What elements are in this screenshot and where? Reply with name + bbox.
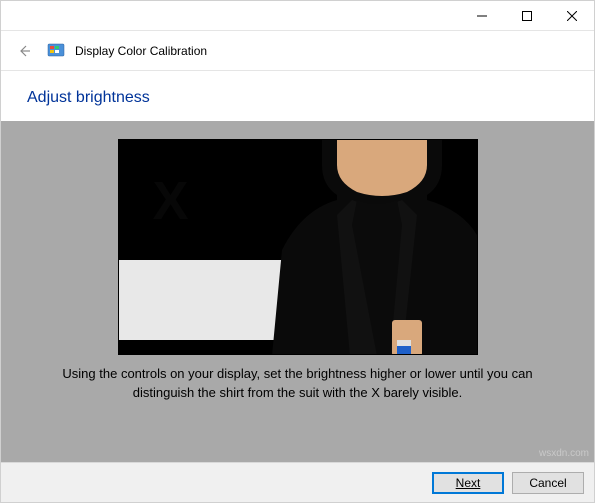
x-marker: X (153, 170, 185, 232)
preview-area: X Using the controls on your display, se… (1, 121, 594, 462)
app-icon (47, 42, 65, 60)
back-arrow-icon (16, 43, 32, 59)
next-button-label: Next (456, 476, 481, 490)
close-icon (567, 11, 577, 21)
window-titlebar (1, 1, 594, 31)
maximize-button[interactable] (504, 1, 549, 30)
back-button[interactable] (11, 38, 37, 64)
watermark: wsxdn.com (539, 448, 589, 459)
wizard-window: Display Color Calibration Adjust brightn… (0, 0, 595, 503)
cancel-button[interactable]: Cancel (512, 472, 584, 494)
content-area: Adjust brightness X Using the controls o… (1, 71, 594, 462)
maximize-icon (522, 11, 532, 21)
page-title: Adjust brightness (27, 89, 568, 107)
person-silhouette (242, 140, 477, 355)
next-button[interactable]: Next (432, 472, 504, 494)
cancel-button-label: Cancel (529, 476, 566, 490)
close-button[interactable] (549, 1, 594, 30)
minimize-icon (477, 11, 487, 21)
calibration-image: X (118, 139, 478, 355)
header-bar: Display Color Calibration (1, 31, 594, 71)
minimize-button[interactable] (459, 1, 504, 30)
button-bar: Next Cancel (1, 462, 594, 502)
app-title: Display Color Calibration (75, 44, 207, 58)
instruction-text: Using the controls on your display, set … (11, 355, 584, 403)
heading-area: Adjust brightness (1, 71, 594, 121)
